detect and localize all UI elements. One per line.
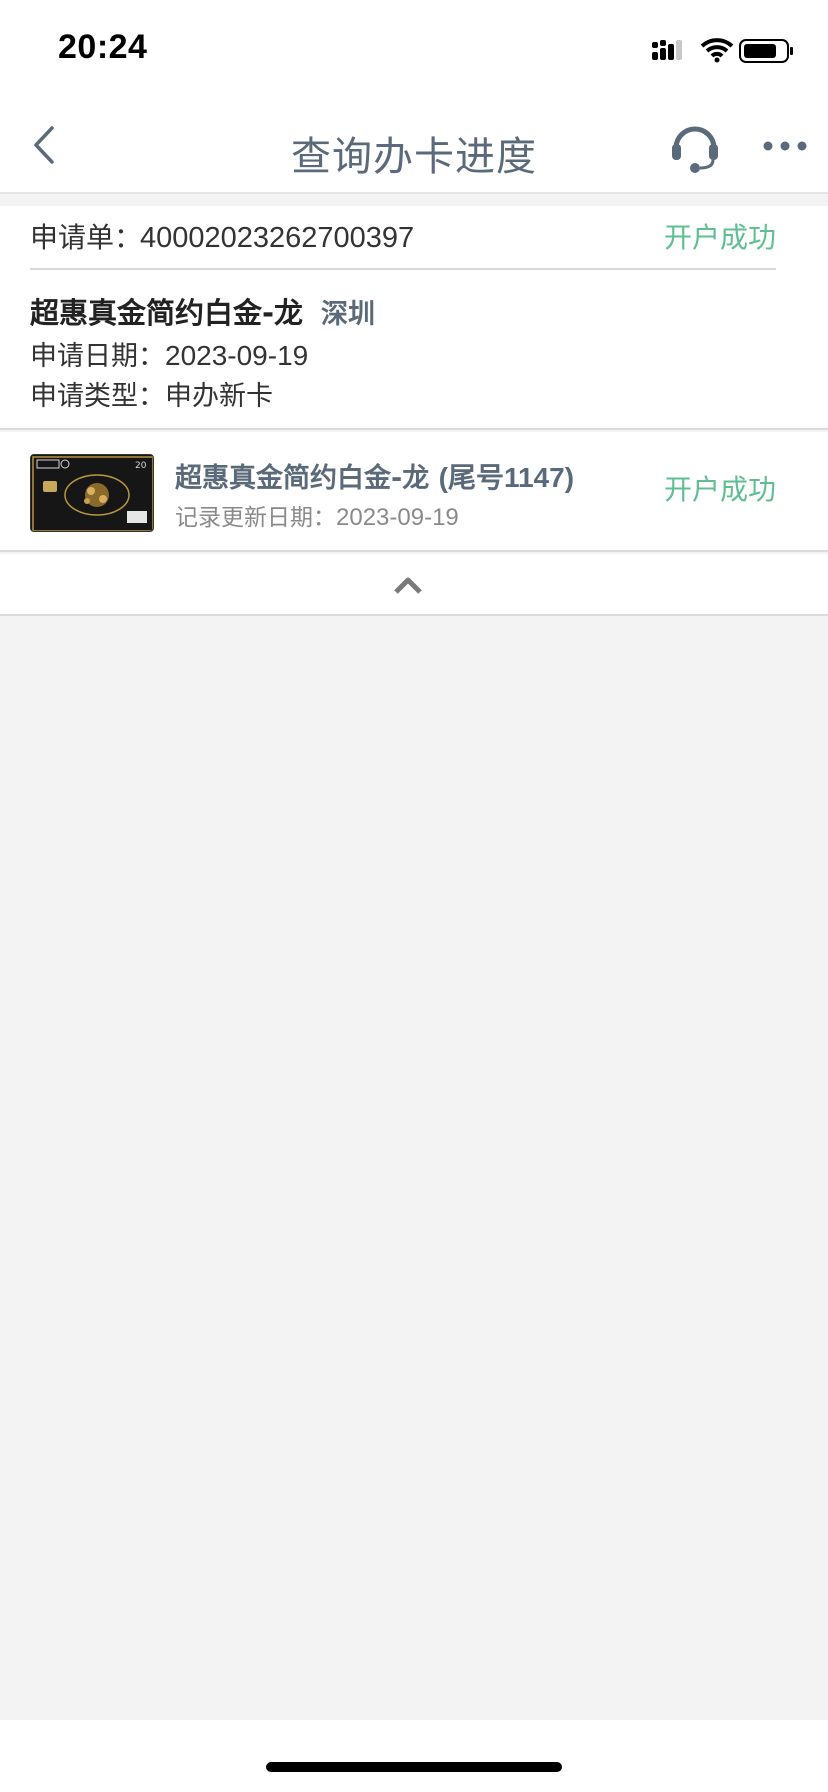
more-button[interactable]	[760, 138, 810, 154]
nav-bar: 查询办卡进度	[0, 100, 828, 194]
application-date-value: 2023-09-19	[165, 340, 309, 371]
card-record-status: 开户成功	[663, 473, 776, 506]
signal-wifi-battery-icon	[652, 38, 793, 63]
application-number-label: 申请单：	[30, 221, 143, 254]
record-update-value: 2023-09-19	[336, 504, 459, 531]
application-date-label: 申请日期：	[30, 341, 165, 372]
card-tail-number: (尾号1147)	[438, 462, 575, 493]
svg-text:20: 20	[135, 461, 147, 471]
application-status: 开户成功	[663, 221, 776, 254]
home-indicator[interactable]	[266, 1762, 562, 1772]
bottom-safe-area	[0, 1720, 828, 1792]
credit-card-image: 20	[31, 455, 153, 531]
application-type-label: 申请类型：	[30, 381, 165, 412]
chevron-up-icon	[392, 574, 424, 596]
product-city: 深圳	[321, 299, 376, 330]
application-type-row: 申请类型：申办新卡	[30, 374, 273, 413]
status-time: 20:24	[58, 28, 148, 66]
collapse-toggle[interactable]	[0, 554, 828, 616]
card-record-row[interactable]: 20 超惠真金简约白金-龙 (尾号1147) 记录更新日期：2023-09-19…	[0, 432, 828, 552]
application-type-value: 申办新卡	[165, 381, 273, 412]
status-icons	[648, 36, 798, 66]
card-record-title: 超惠真金简约白金-龙 (尾号1147)	[175, 456, 574, 496]
card-name: 超惠真金简约白金-龙	[175, 463, 430, 494]
card-record-date: 记录更新日期：2023-09-19	[175, 498, 459, 532]
headset-icon	[672, 126, 718, 173]
application-header: 申请单： 40002023262700397 开户成功	[30, 206, 776, 270]
application-number-value: 40002023262700397	[140, 222, 415, 254]
customer-service-button[interactable]	[668, 118, 722, 174]
product-name: 超惠真金简约白金-龙	[30, 296, 304, 330]
application-date-row: 申请日期：2023-09-19	[30, 334, 308, 373]
card-thumbnail: 20	[30, 454, 154, 532]
record-update-label: 记录更新日期：	[175, 505, 336, 531]
application-card: 申请单： 40002023262700397 开户成功 超惠真金简约白金-龙 深圳…	[0, 206, 828, 430]
more-dots-icon	[763, 141, 807, 151]
status-bar: 20:24	[0, 0, 828, 100]
product-line: 超惠真金简约白金-龙 深圳	[30, 290, 375, 330]
